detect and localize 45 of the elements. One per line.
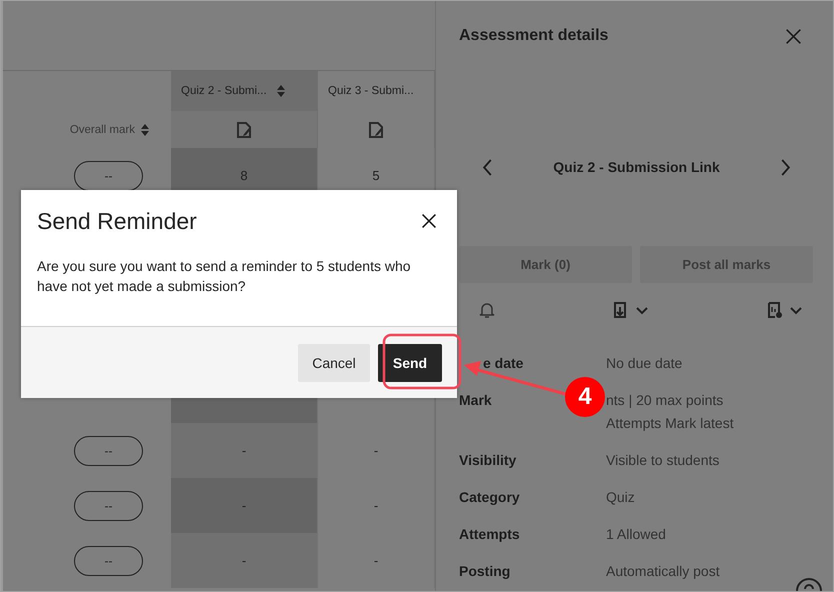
assessment-name: Quiz 2 - Submission Link — [553, 159, 720, 175]
document-icon — [369, 122, 383, 138]
detail-label: Posting — [459, 562, 510, 580]
detail-value: Attempts Mark latest — [606, 414, 735, 432]
help-icon[interactable] — [795, 577, 823, 591]
grade-cell: - — [242, 498, 246, 513]
detail-label: Category — [459, 488, 520, 506]
next-icon[interactable] — [781, 158, 791, 176]
column-header[interactable]: Overall mark — [70, 124, 135, 136]
mark-pill[interactable]: -- — [74, 546, 143, 576]
detail-label: Mark — [459, 391, 492, 409]
dialog-message: Are you sure you want to send a reminder to 5 students who have not yet made a submission? — [37, 257, 412, 296]
column-header[interactable]: Quiz 2 - Submi... — [181, 85, 267, 97]
download-icon[interactable] — [613, 301, 649, 319]
detail-value: Quiz — [606, 488, 636, 506]
dialog-title: Send Reminder — [37, 208, 197, 234]
detail-label: e date — [483, 354, 524, 372]
mark-pill[interactable]: -- — [74, 436, 143, 466]
grade-cell: - — [374, 443, 378, 458]
grade-cell: - — [374, 498, 378, 513]
mark-pill[interactable]: -- — [74, 490, 143, 520]
previous-icon[interactable] — [482, 158, 492, 176]
bell-icon[interactable] — [479, 301, 495, 319]
document-icon — [237, 122, 251, 138]
detail-value: nts | 20 max points — [606, 391, 724, 409]
detail-label: Attempts — [459, 525, 520, 543]
column-header[interactable]: Quiz 3 - Submi... — [328, 85, 414, 97]
cancel-button[interactable]: Cancel — [298, 344, 370, 382]
send-button[interactable]: Send — [378, 344, 442, 382]
sort-icon[interactable] — [276, 85, 285, 97]
sort-icon[interactable] — [141, 124, 149, 136]
grade-cell: - — [242, 553, 246, 568]
detail-value: Visible to students — [606, 451, 720, 469]
step-badge: 4 — [565, 377, 605, 417]
detail-label: Visibility — [459, 451, 516, 469]
panel-title: Assessment details — [459, 27, 608, 45]
grade-cell: 5 — [372, 168, 380, 183]
grade-cell: - — [374, 553, 378, 568]
detail-value: Automatically post — [606, 562, 721, 580]
grade-cell: - — [242, 443, 246, 458]
grade-cell: 8 — [240, 168, 248, 183]
close-icon[interactable] — [421, 213, 437, 229]
detail-value: No due date — [606, 354, 684, 372]
report-icon[interactable] — [767, 301, 803, 319]
detail-value: 1 Allowed — [606, 525, 667, 543]
